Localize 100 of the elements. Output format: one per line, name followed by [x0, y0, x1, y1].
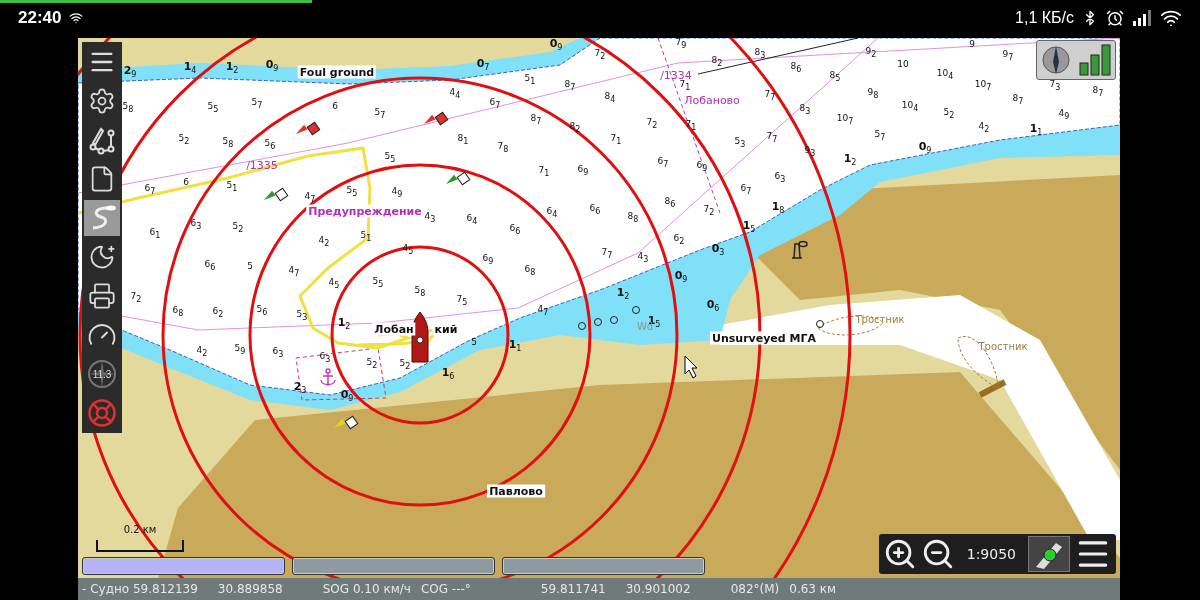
depth-sounding: 5$_{5}$ [384, 152, 396, 164]
depth-sounding: 1$_{1}$ [1029, 123, 1043, 137]
depth-sounding: 6$_{6}$ [509, 224, 521, 236]
info-text: COG ---° [420, 582, 471, 596]
depth-sounding: 1$_{1}$ [508, 339, 522, 353]
depth-sounding: 6$_{2}$ [673, 234, 685, 246]
map-label: Лобан [372, 322, 416, 336]
depth-sounding: 5$_{3}$ [734, 137, 746, 149]
alarm-icon [1106, 9, 1124, 27]
buoy-icon [446, 171, 471, 186]
depth-sounding: 4$_{9}$ [391, 187, 403, 199]
panel-tab[interactable] [82, 557, 285, 575]
compass-widget[interactable] [1036, 40, 1116, 80]
depth-sounding: 7$_{8}$ [497, 142, 509, 154]
depth-sounding: 8$_{7}$ [530, 114, 542, 126]
depth-sounding: 6$_{8}$ [524, 265, 536, 277]
depth-sounding: 8$_{3}$ [754, 48, 766, 60]
depth-sounding: 8$_{6}$ [664, 197, 676, 209]
moon-star-icon [88, 243, 116, 271]
depth-sounding: 5$_{5}$ [372, 277, 384, 289]
depth-sounding: 0$_{7}$ [476, 58, 490, 72]
depth-sounding: 6$_{1}$ [149, 228, 161, 240]
depth-sounding: 6$_{7}$ [144, 184, 156, 196]
depth-sounding: 6$_{3}$ [190, 219, 202, 231]
depth-sounding: 6 [332, 101, 338, 111]
depth-sounding: 5$_{6}$ [256, 305, 268, 317]
signal-icon [1132, 10, 1152, 26]
depth-sounding: 4$_{3}$ [424, 212, 436, 224]
depth-sounding: 0$_{9}$ [340, 389, 354, 403]
depth-sounding: 8$_{4}$ [604, 92, 616, 104]
compass-needle-icon [1040, 44, 1071, 76]
info-text: 30.901002 [625, 582, 691, 596]
depth-sounding: 6$_{9}$ [577, 165, 589, 177]
buoy-icon [264, 187, 289, 202]
depth-sounding: 8$_{7}$ [564, 80, 576, 92]
buoy-icon [334, 415, 359, 430]
depth-sounding: 2$_{3}$ [293, 381, 307, 395]
network-speed: 1,1 КБ/с [1015, 9, 1074, 27]
depth-sounding: 0$_{9}$ [918, 141, 932, 155]
compass-icon [86, 358, 118, 390]
depth-sounding: 6$_{7}$ [489, 98, 501, 110]
depth-sounding: 7$_{7}$ [764, 90, 776, 102]
map-label: Лобаново [683, 93, 741, 107]
panel-tab[interactable] [502, 557, 705, 575]
heading-value: 11.3 [92, 368, 112, 380]
depth-sounding: 0$_{3}$ [711, 243, 725, 257]
depth-sounding: 5$_{2}$ [232, 222, 244, 234]
depth-sounding: 5$_{5}$ [346, 186, 358, 198]
depth-sounding: 9$_{8}$ [867, 88, 879, 100]
buoy-icon [424, 111, 449, 126]
depth-sounding: 8$_{2}$ [711, 56, 723, 68]
info-text: 082°(M) [730, 582, 780, 596]
depth-sounding: 1$_{2}$ [616, 287, 630, 301]
depth-sounding: 5$_{3}$ [296, 310, 308, 322]
depth-sounding: 1$_{2}$ [843, 153, 857, 167]
depth-sounding: 10$_{7}$ [974, 80, 992, 92]
info-text: 59.811741 [540, 582, 606, 596]
depth-sounding: 5$_{1}$ [360, 231, 372, 243]
depth-sounding: 5$_{8}$ [414, 286, 426, 298]
depth-sounding: 8$_{7}$ [1012, 94, 1024, 106]
follow-boat-button[interactable] [1028, 536, 1070, 572]
depth-sounding: 6$_{3}$ [774, 172, 786, 184]
depth-sounding: 8$_{1}$ [457, 134, 469, 146]
depth-sounding: 7$_{2}$ [703, 205, 715, 217]
tool-button[interactable]: 11.3 [84, 356, 120, 392]
depth-sounding: 5$_{1}$ [226, 181, 238, 193]
rock-mark-icon [632, 306, 640, 314]
depth-sounding: 8$_{7}$ [1092, 86, 1104, 98]
printer-icon [88, 282, 116, 310]
depth-sounding: 10$_{7}$ [836, 114, 854, 126]
depth-sounding: 7$_{7}$ [601, 248, 613, 260]
depth-sounding: 0$_{9}$ [265, 59, 279, 73]
depth-sounding: 6$_{4}$ [546, 207, 558, 219]
depth-sounding: 7$_{7}$ [766, 132, 778, 144]
map-label: Foul ground [297, 65, 377, 79]
map-label: Тростник [854, 314, 906, 326]
depth-sounding: 7$_{2}$ [646, 118, 658, 130]
depth-sounding: 5$_{5}$ [207, 102, 219, 114]
depth-sounding: 5$_{9}$ [234, 344, 246, 356]
depth-sounding: 5$_{7}$ [374, 108, 386, 120]
lifebuoy-icon [87, 398, 117, 428]
depth-sounding: 8$_{6}$ [790, 62, 802, 74]
depth-sounding: 9 [969, 39, 975, 49]
depth-sounding: 6$_{6}$ [204, 260, 216, 272]
depth-sounding: 7$_{1}$ [538, 166, 550, 178]
map-label: Тростник [977, 341, 1029, 353]
info-text: 30.889858 [217, 582, 283, 596]
depth-sounding: 6$_{9}$ [696, 161, 708, 173]
depth-sounding: 10 [897, 59, 909, 69]
depth-sounding: 4$_{7}$ [304, 192, 316, 204]
depth-sounding: 4$_{3}$ [637, 252, 649, 264]
depth-sounding: 5$_{8}$ [122, 102, 134, 114]
depth-sounding: 6$_{6}$ [589, 204, 601, 216]
depth-sounding: 7$_{5}$ [456, 295, 468, 307]
depth-sounding: 5$_{2}$ [178, 134, 190, 146]
depth-sounding: 1$_{4}$ [183, 61, 197, 75]
depth-sounding: 4$_{4}$ [449, 88, 461, 100]
cursor-icon [684, 355, 698, 379]
panel-tab[interactable] [292, 557, 495, 575]
depth-sounding: 0$_{9}$ [549, 38, 563, 52]
